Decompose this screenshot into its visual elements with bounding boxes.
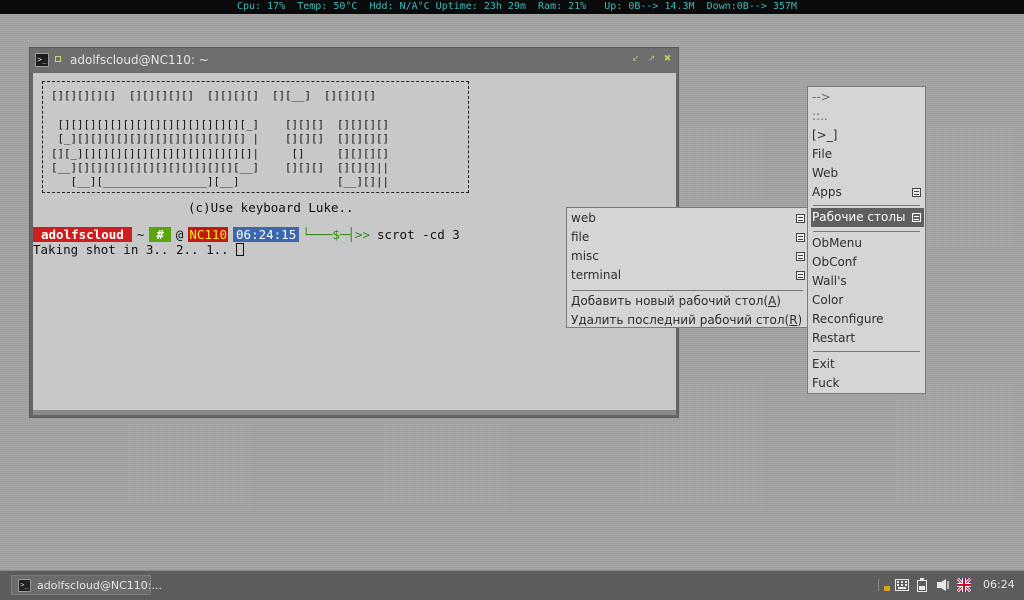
prompt-at: @ — [175, 227, 184, 242]
remove-desktop-item[interactable]: Удалить последний рабочий стол(R) — [570, 311, 802, 330]
menu-item-exit[interactable]: Exit — [811, 355, 924, 374]
menu-item-apps[interactable]: Apps — [811, 183, 924, 202]
remove-desktop-key: R — [789, 313, 798, 327]
shell-prompt: adolfscloud ~ # @ NC110 06:24:15 └───$─┤>> scro… — [33, 227, 460, 242]
menu-item-label: file — [571, 230, 590, 244]
submenu-icon — [796, 214, 805, 223]
keyboard-icon[interactable] — [895, 578, 909, 592]
menu-item-restart[interactable]: Restart — [811, 329, 924, 348]
menu-item-obconf[interactable]: ObConf — [811, 253, 924, 272]
submenu-icon — [796, 252, 805, 261]
window-menu-icon[interactable] — [55, 56, 61, 62]
taskbar-item-terminal[interactable]: >_ adolfscloud@NC110:... — [11, 575, 162, 595]
window-title: adolfscloud@NC110: ~ — [70, 53, 209, 67]
prompt-dir: ~ — [136, 227, 145, 242]
clock[interactable]: 06:24 — [983, 577, 1015, 593]
desktop-item-web[interactable]: web — [570, 209, 807, 228]
output-text: Taking shot in 3.. 2.. 1.. — [33, 242, 237, 257]
submenu-icon — [796, 271, 805, 280]
logo-line: [__][][][][][][][][][][][][][__] [][][] … — [51, 161, 390, 175]
command-output: Taking shot in 3.. 2.. 1.. — [33, 242, 245, 257]
menu-item-label: misc — [571, 249, 599, 263]
logo-line: [__][________________][__] [__][]|| — [51, 175, 390, 189]
add-desktop-label: Добавить новый рабочий стол( — [571, 294, 769, 308]
prompt-time: 06:24:15 — [233, 227, 300, 242]
menu-item-label: Apps — [812, 185, 842, 199]
prompt-user: adolfscloud — [33, 227, 132, 242]
prompt-arrow: └───$─┤>> — [302, 227, 370, 242]
logo-line: [][_][][][][][][][][][][][][][]| [] [][]… — [51, 146, 390, 160]
menu-item-file[interactable]: File — [811, 145, 924, 164]
taskbar-item-label: adolfscloud@NC110:... — [37, 579, 163, 592]
ascii-keyboard-logo: [][][][][] [][][][][] [][][][] [][__] []… — [42, 81, 469, 193]
submenu-icon — [912, 188, 921, 197]
menu-item-desktops[interactable]: Рабочие столы — [811, 208, 924, 227]
prompt-root-badge: # — [149, 227, 171, 242]
menu-item-color[interactable]: Color — [811, 291, 924, 310]
menu-item-arrow[interactable]: --> — [811, 88, 924, 107]
terminal-bottom-border — [33, 410, 676, 415]
text-cursor — [236, 243, 245, 256]
remove-desktop-paren: ) — [797, 313, 803, 327]
volume-icon[interactable] — [936, 578, 950, 592]
add-desktop-item[interactable]: Добавить новый рабочий стол(A) — [570, 292, 781, 311]
bottom-panel: >_ adolfscloud@NC110:... 06:24 — [0, 570, 1024, 600]
menu-item-terminal[interactable]: [>_] — [811, 126, 924, 145]
menu-item-label: terminal — [571, 268, 622, 282]
menu-separator — [813, 231, 920, 232]
battery-icon[interactable] — [916, 578, 928, 592]
maximize-icon[interactable]: ↗ — [646, 54, 657, 65]
menu-separator — [813, 205, 920, 206]
menu-item-label: web — [571, 211, 596, 225]
terminal-icon: >_ — [18, 579, 31, 592]
prompt-host: NC110 — [188, 227, 229, 242]
system-status-bar: Cpu: 17% Temp: 50°C Hdd: N/A°C Uptime: 2… — [0, 0, 1024, 14]
desktop-item-terminal[interactable]: terminal — [570, 266, 807, 285]
terminal-icon: >_ — [35, 53, 49, 67]
root-menu: --> ::.. [>_] File Web Apps Рабочие стол… — [807, 86, 926, 394]
system-status-text: Cpu: 17% Temp: 50°C Hdd: N/A°C Uptime: 2… — [237, 1, 797, 12]
add-desktop-paren: ) — [776, 294, 781, 308]
menu-item-obmenu[interactable]: ObMenu — [811, 234, 924, 253]
menu-item-web[interactable]: Web — [811, 164, 924, 183]
logo-credit: (c)Use keyboard Luke.. — [188, 200, 354, 215]
desktop-item-file[interactable]: file — [570, 228, 807, 247]
menu-separator — [572, 290, 803, 291]
logo-line: [_][][][][][][][][][][][][][] | [][][] [… — [51, 132, 390, 146]
menu-item-fuck[interactable]: Fuck — [811, 374, 924, 393]
close-icon[interactable]: ✖ — [662, 54, 673, 65]
iconify-icon[interactable]: ↙ — [630, 54, 641, 65]
logo-line: [][][][][] [][][][][] [][][][] [][__] []… — [51, 89, 377, 102]
menu-item-label: Рабочие столы — [812, 210, 906, 224]
terminal-titlebar[interactable]: >_ adolfscloud@NC110: ~ ↙ ↗ ✖ — [30, 48, 678, 73]
menu-item-reconfigure[interactable]: Reconfigure — [811, 310, 924, 329]
submenu-icon — [912, 213, 921, 222]
desktops-submenu: web file misc terminal Добавить новый ра… — [566, 207, 809, 328]
logo-line: [][][][][][][][][][][][][][][_] [][][] [… — [51, 117, 390, 131]
menu-separator — [813, 351, 920, 352]
remove-desktop-label: Удалить последний рабочий стол( — [571, 313, 790, 327]
submenu-icon — [796, 233, 805, 242]
tray-handle-icon[interactable] — [876, 578, 892, 592]
menu-item-walls[interactable]: Wall's — [811, 272, 924, 291]
uk-flag-icon[interactable] — [957, 578, 971, 592]
menu-item-dots[interactable]: ::.. — [811, 107, 924, 126]
desktop-item-misc[interactable]: misc — [570, 247, 807, 266]
prompt-command: scrot -cd 3 — [376, 227, 460, 242]
